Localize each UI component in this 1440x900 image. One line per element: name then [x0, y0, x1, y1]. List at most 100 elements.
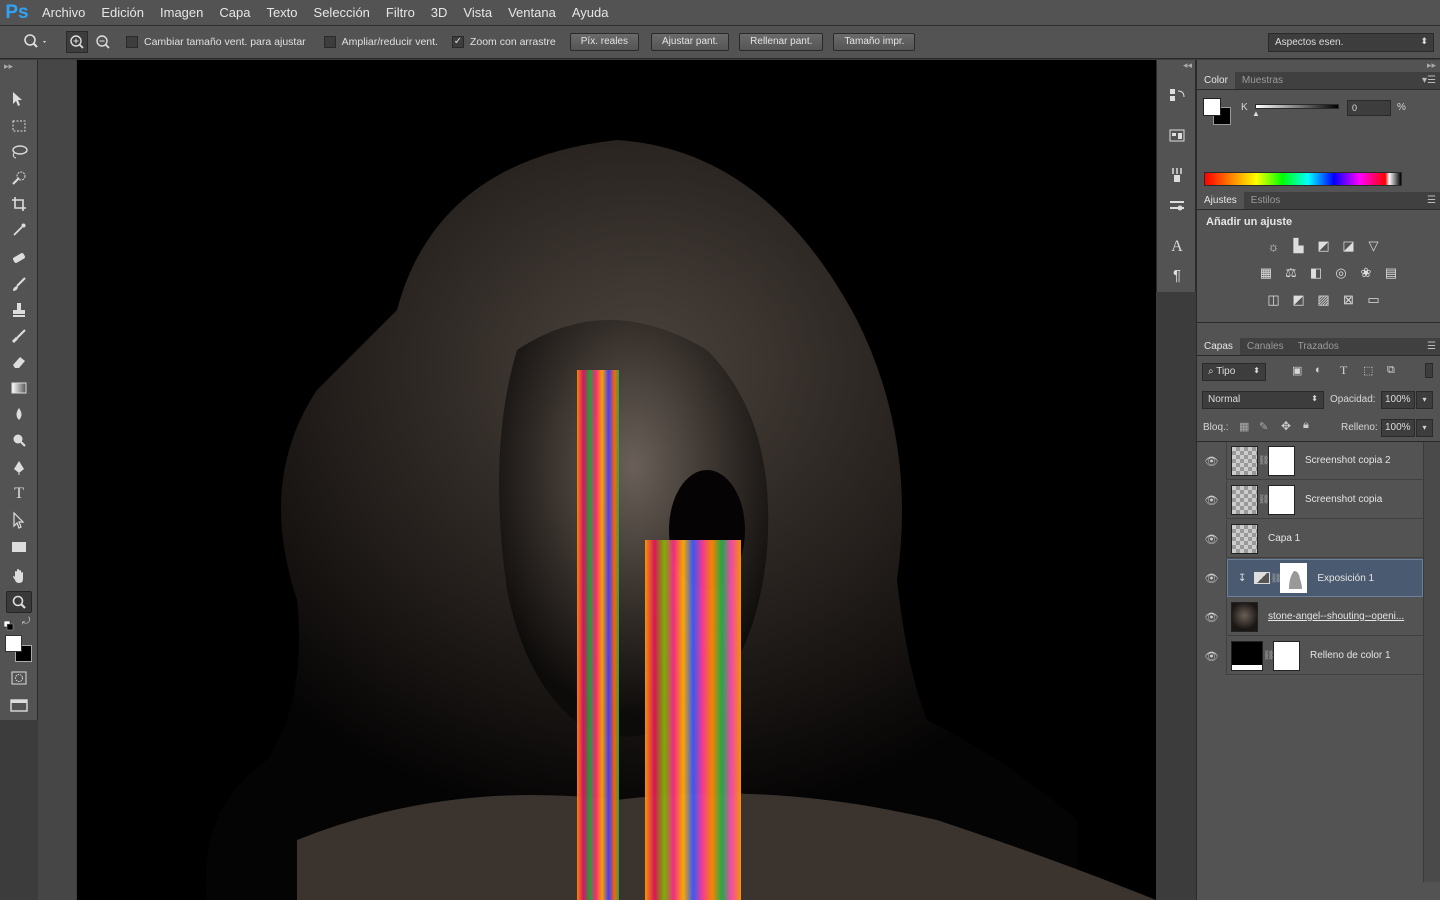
opacity-input[interactable]: 100%: [1381, 391, 1415, 409]
menu-edicion[interactable]: Edición: [93, 0, 152, 26]
lock-transparent-icon[interactable]: ▦: [1239, 420, 1249, 433]
gradient-tool-icon[interactable]: [6, 377, 32, 399]
checkbox-box[interactable]: [126, 36, 138, 48]
eyedropper-tool-icon[interactable]: [6, 219, 32, 241]
lock-position-icon[interactable]: ✥: [1281, 419, 1291, 433]
pen-tool-icon[interactable]: [6, 457, 32, 479]
layer-row[interactable]: ⛓ Relleno de color 1: [1227, 637, 1423, 675]
tab-layers[interactable]: Capas: [1197, 338, 1240, 355]
fit-screen-button[interactable]: Ajustar pant.: [651, 33, 730, 51]
document-canvas[interactable]: [77, 60, 1156, 900]
menu-imagen[interactable]: Imagen: [152, 0, 211, 26]
visibility-eye-icon[interactable]: 👁︎: [1197, 598, 1227, 636]
visibility-eye-icon[interactable]: 👁︎: [1197, 442, 1227, 480]
layer-row[interactable]: Capa 1: [1227, 520, 1423, 558]
color-lookup-icon[interactable]: ▤: [1382, 264, 1400, 282]
quick-selection-tool-icon[interactable]: [6, 167, 32, 189]
link-icon[interactable]: ⛓: [1258, 494, 1269, 505]
resize-windows-checkbox[interactable]: Cambiar tamaño vent. para ajustar: [126, 36, 306, 48]
character-panel-icon[interactable]: A: [1165, 236, 1189, 258]
quick-mask-icon[interactable]: [6, 667, 32, 689]
menu-seleccion[interactable]: Selección: [306, 0, 378, 26]
k-value-input[interactable]: 0: [1347, 100, 1391, 116]
screen-mode-icon[interactable]: [6, 694, 32, 716]
layer-filter-select[interactable]: ⌕ Tipo ⬍: [1202, 363, 1266, 381]
layer-row[interactable]: ⛓ Screenshot copia 2: [1227, 442, 1423, 480]
crop-tool-icon[interactable]: [6, 193, 32, 215]
tab-styles[interactable]: Estilos: [1244, 192, 1287, 209]
print-size-button[interactable]: Tamaño impr.: [833, 33, 916, 51]
color-balance-icon[interactable]: ⚖: [1282, 264, 1300, 282]
dodge-tool-icon[interactable]: [6, 429, 32, 451]
foreground-color-swatch[interactable]: [5, 635, 22, 652]
exposure-icon[interactable]: ◪: [1340, 237, 1358, 255]
visibility-eye-icon[interactable]: 👁︎: [1197, 559, 1227, 597]
curves-icon[interactable]: ◩: [1315, 237, 1333, 255]
color-spectrum-bar[interactable]: [1204, 172, 1402, 186]
tab-paths[interactable]: Trazados: [1291, 338, 1346, 355]
selective-color-icon[interactable]: ⊠: [1340, 291, 1358, 309]
blend-mode-select[interactable]: Normal ⬍: [1202, 391, 1324, 409]
invert-icon[interactable]: ◫: [1265, 291, 1283, 309]
zoom-tool-icon[interactable]: [6, 591, 32, 613]
layers-scrollbar[interactable]: [1423, 442, 1440, 882]
properties-panel-icon[interactable]: [1165, 124, 1189, 146]
link-icon[interactable]: ⛓: [1263, 650, 1274, 661]
zoom-out-icon[interactable]: [92, 31, 114, 53]
brush-tool-icon[interactable]: [6, 273, 32, 295]
menu-texto[interactable]: Texto: [258, 0, 305, 26]
layer-row[interactable]: ⛓ Screenshot copia: [1227, 481, 1423, 519]
filter-pixel-icon[interactable]: ▣: [1292, 364, 1302, 377]
clone-stamp-tool-icon[interactable]: [6, 299, 32, 321]
checkbox-box[interactable]: [323, 36, 336, 48]
filter-adjustment-icon[interactable]: ◐: [1315, 364, 1322, 376]
history-brush-tool-icon[interactable]: [6, 325, 32, 347]
panels-collapse-icon[interactable]: ▸▸: [1427, 60, 1436, 71]
history-panel-icon[interactable]: [1165, 84, 1189, 106]
marquee-tool-icon[interactable]: [6, 115, 32, 137]
layer-mask-thumbnail[interactable]: [1280, 563, 1308, 593]
zoom-tool-preset-icon[interactable]: [22, 33, 52, 51]
filter-smart-object-icon[interactable]: ⧉: [1387, 364, 1395, 377]
healing-brush-tool-icon[interactable]: [6, 247, 32, 269]
fill-screen-button[interactable]: Rellenar pant.: [739, 33, 824, 51]
visibility-eye-icon[interactable]: 👁︎: [1197, 637, 1227, 675]
panel-collapse-icon[interactable]: ▸▸: [4, 61, 13, 72]
layer-mask-thumbnail[interactable]: [1273, 640, 1300, 671]
layer-row-selected[interactable]: ↧ ⛓ Exposición 1: [1227, 559, 1423, 597]
link-icon[interactable]: ⛓: [1258, 455, 1269, 466]
menu-vista[interactable]: Vista: [455, 0, 500, 26]
vibrance-icon[interactable]: ▽: [1365, 237, 1383, 255]
menu-archivo[interactable]: Archivo: [34, 0, 93, 26]
channel-mixer-icon[interactable]: ❀: [1357, 264, 1375, 282]
menu-filtro[interactable]: Filtro: [378, 0, 423, 26]
menu-3d[interactable]: 3D: [423, 0, 456, 26]
eraser-tool-icon[interactable]: [6, 351, 32, 373]
lock-all-icon[interactable]: 🔒︎: [1303, 419, 1309, 432]
layer-row[interactable]: stone-angel--shouting--openi...: [1227, 598, 1423, 636]
tab-channels[interactable]: Canales: [1240, 338, 1291, 355]
filter-shape-icon[interactable]: ⬚: [1363, 364, 1373, 377]
black-white-icon[interactable]: ◧: [1307, 264, 1325, 282]
fill-input[interactable]: 100%: [1381, 419, 1415, 437]
actual-pixels-button[interactable]: Píx. reales: [569, 33, 639, 51]
layer-mask-thumbnail[interactable]: [1268, 484, 1295, 515]
menu-ayuda[interactable]: Ayuda: [564, 0, 617, 26]
color-fg-swatch[interactable]: [1203, 98, 1221, 116]
gradient-map-icon[interactable]: ▭: [1365, 291, 1383, 309]
dock-collapse-icon[interactable]: ◂◂: [1183, 60, 1192, 71]
panel-menu-icon[interactable]: ▾☰: [1422, 75, 1436, 86]
default-colors-icon[interactable]: [3, 618, 14, 631]
workspace-select[interactable]: Aspectos esen. ⬍: [1268, 33, 1434, 52]
path-selection-tool-icon[interactable]: [6, 509, 32, 531]
layer-mask-thumbnail[interactable]: [1268, 445, 1295, 476]
scrubby-zoom-checkbox[interactable]: ✓ Zoom con arrastre: [451, 36, 556, 48]
move-tool-icon[interactable]: [6, 88, 32, 110]
zoom-all-windows-checkbox[interactable]: Ampliar/reducir vent.: [323, 36, 438, 48]
posterize-icon[interactable]: ◩: [1290, 291, 1308, 309]
panel-menu-icon[interactable]: ☰: [1427, 195, 1436, 206]
rectangle-tool-icon[interactable]: [6, 536, 32, 558]
threshold-icon[interactable]: ▨: [1315, 291, 1333, 309]
panel-menu-icon[interactable]: ☰: [1427, 341, 1436, 352]
slider-handle-icon[interactable]: ▲: [1252, 109, 1260, 118]
